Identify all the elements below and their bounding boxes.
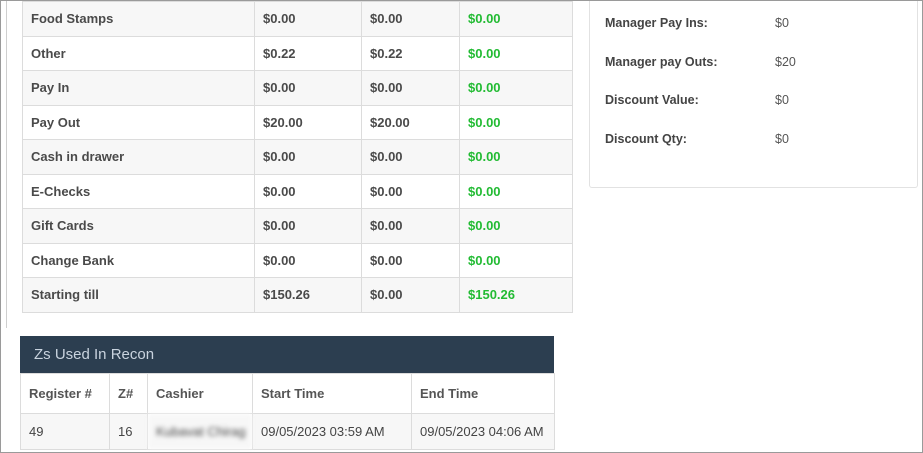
table-row: E-Checks $0.00 $0.00 $0.00 xyxy=(22,173,573,209)
end-time-cell: 09/05/2023 04:06 AM xyxy=(411,413,555,450)
row-label: Starting till xyxy=(22,277,255,313)
difference-cell: $150.26 xyxy=(459,277,573,313)
register-cell: 49 xyxy=(20,413,110,450)
summary-label: Manager Pay Ins: xyxy=(605,16,708,30)
summary-value: $0 xyxy=(775,132,789,146)
zs-header-row: Register # Z# Cashier Start Time End Tim… xyxy=(20,373,555,414)
summary-value: $20 xyxy=(775,55,796,69)
value-cell: $0.00 xyxy=(361,70,460,106)
value-cell: $20.00 xyxy=(361,104,460,140)
value-cell: $0.00 xyxy=(254,1,362,37)
value-cell: $0.22 xyxy=(254,35,362,71)
divider xyxy=(6,1,7,328)
value-cell: $150.26 xyxy=(254,277,362,313)
cashier-cell: Kubavat Chirag xyxy=(147,413,253,450)
zs-table: Register # Z# Cashier Start Time End Tim… xyxy=(20,373,555,450)
table-row: Other $0.22 $0.22 $0.00 xyxy=(22,35,573,71)
row-label: Gift Cards xyxy=(22,208,255,244)
difference-cell: $0.00 xyxy=(459,242,573,278)
summary-panel: Manager Pay Ins: $0 Manager pay Outs: $2… xyxy=(589,1,918,188)
row-label: Pay Out xyxy=(22,104,255,140)
difference-cell: $0.00 xyxy=(459,139,573,175)
value-cell: $0.00 xyxy=(254,70,362,106)
difference-cell: $0.00 xyxy=(459,1,573,37)
value-cell: $20.00 xyxy=(254,104,362,140)
row-label: E-Checks xyxy=(22,173,255,209)
value-cell: $0.00 xyxy=(254,208,362,244)
value-cell: $0.00 xyxy=(361,277,460,313)
table-row: Pay Out $20.00 $20.00 $0.00 xyxy=(22,104,573,140)
value-cell: $0.22 xyxy=(361,35,460,71)
summary-value: $0 xyxy=(775,93,789,107)
column-header-end-time[interactable]: End Time xyxy=(411,373,555,414)
value-cell: $0.00 xyxy=(361,139,460,175)
table-row: Food Stamps $0.00 $0.00 $0.00 xyxy=(22,1,573,37)
table-row: Starting till $150.26 $0.00 $150.26 xyxy=(22,277,573,313)
table-row: Cash in drawer $0.00 $0.00 $0.00 xyxy=(22,139,573,175)
table-row: Change Bank $0.00 $0.00 $0.00 xyxy=(22,242,573,278)
zs-section-title: Zs Used In Recon xyxy=(20,336,554,373)
value-cell: $0.00 xyxy=(361,1,460,37)
report-frame: Food Stamps $0.00 $0.00 $0.00 Other $0.22 $0.2… xyxy=(0,0,923,453)
value-cell: $0.00 xyxy=(361,173,460,209)
column-header-start-time[interactable]: Start Time xyxy=(252,373,412,414)
column-header-register[interactable]: Register # xyxy=(20,373,110,414)
table-row: Pay In $0.00 $0.00 $0.00 xyxy=(22,70,573,106)
table-row[interactable]: 49 16 Kubavat Chirag 09/05/2023 03:59 AM… xyxy=(20,413,555,450)
value-cell: $0.00 xyxy=(254,173,362,209)
difference-cell: $0.00 xyxy=(459,208,573,244)
value-cell: $0.00 xyxy=(254,242,362,278)
row-label: Pay In xyxy=(22,70,255,106)
row-label: Food Stamps xyxy=(22,1,255,37)
value-cell: $0.00 xyxy=(254,139,362,175)
difference-cell: $0.00 xyxy=(459,104,573,140)
start-time-cell: 09/05/2023 03:59 AM xyxy=(252,413,412,450)
row-label: Other xyxy=(22,35,255,71)
column-header-cashier[interactable]: Cashier xyxy=(147,373,253,414)
difference-cell: $0.00 xyxy=(459,35,573,71)
row-label: Change Bank xyxy=(22,242,255,278)
recon-table: Food Stamps $0.00 $0.00 $0.00 Other $0.22 $0.2… xyxy=(22,1,573,313)
z-cell: 16 xyxy=(109,413,148,450)
summary-value: $0 xyxy=(775,16,789,30)
row-label: Cash in drawer xyxy=(22,139,255,175)
summary-label: Discount Qty: xyxy=(605,132,687,146)
summary-label: Discount Value: xyxy=(605,93,699,107)
column-header-z[interactable]: Z# xyxy=(109,373,148,414)
difference-cell: $0.00 xyxy=(459,70,573,106)
value-cell: $0.00 xyxy=(361,208,460,244)
summary-label: Manager pay Outs: xyxy=(605,55,718,69)
difference-cell: $0.00 xyxy=(459,173,573,209)
table-row: Gift Cards $0.00 $0.00 $0.00 xyxy=(22,208,573,244)
value-cell: $0.00 xyxy=(361,242,460,278)
